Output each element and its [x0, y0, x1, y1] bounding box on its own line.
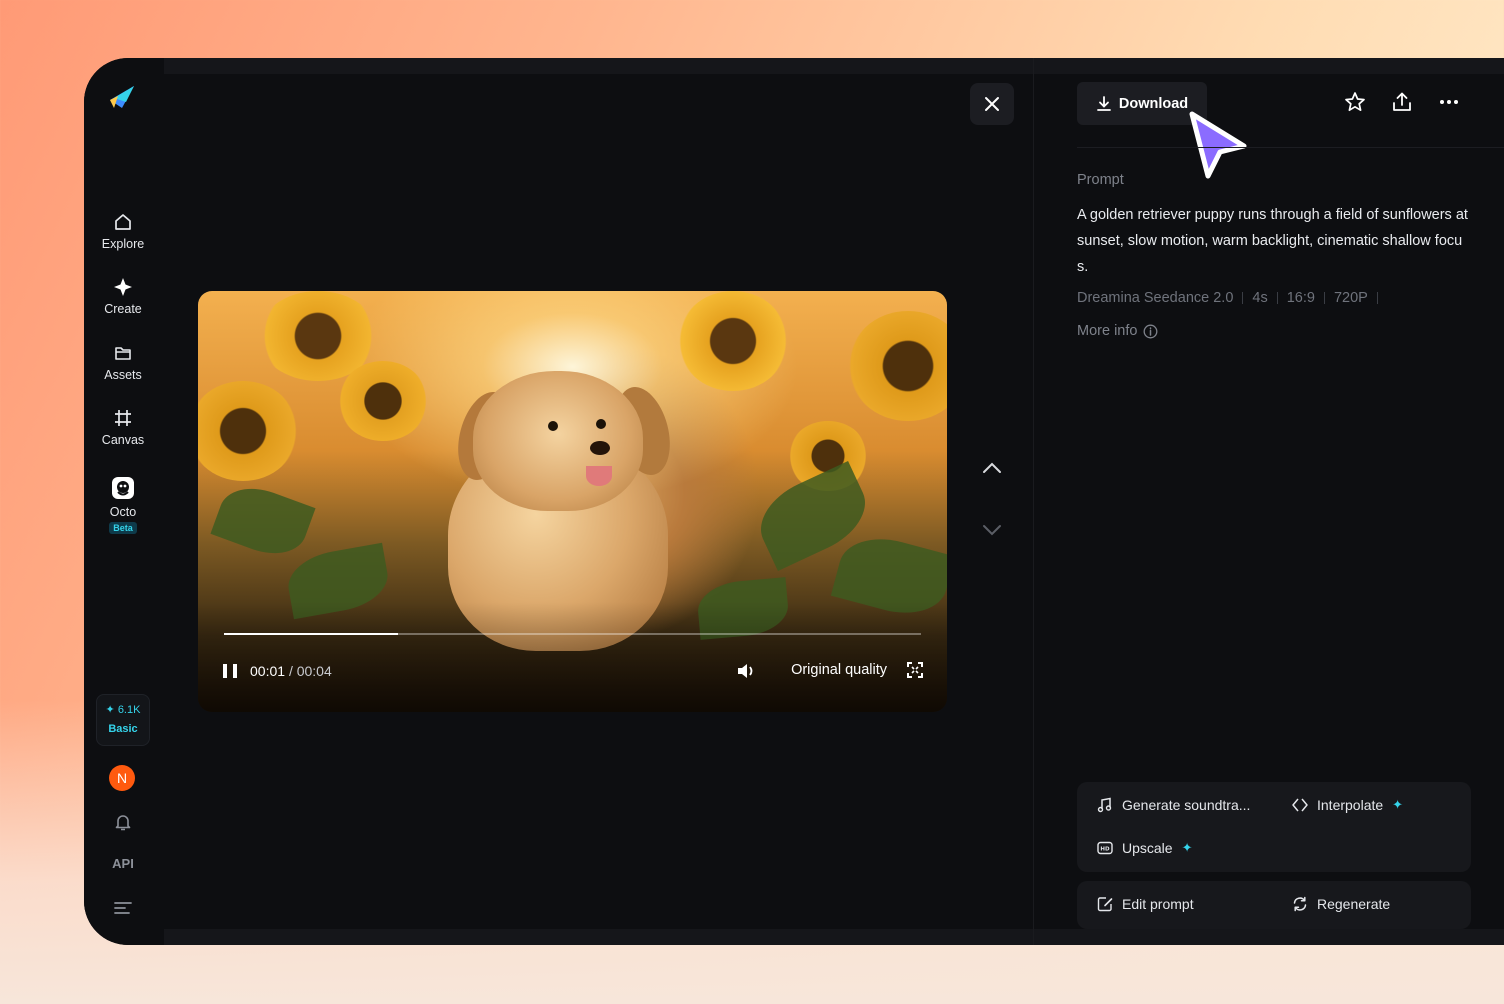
time-display: 00:01 / 00:04	[250, 663, 332, 679]
generate-soundtrack-button[interactable]: Generate soundtra...	[1097, 797, 1250, 813]
prompt-label: Prompt	[1077, 172, 1124, 188]
interpolate-label: Interpolate	[1317, 797, 1384, 813]
beta-badge: Beta	[109, 522, 137, 534]
sidebar-item-label: Create	[104, 302, 142, 316]
sidebar-item-label: Canvas	[101, 433, 145, 447]
favorite-star-icon[interactable]	[1344, 91, 1366, 113]
video-shade	[198, 602, 947, 712]
credit-sparkle-icon: ✦	[105, 704, 115, 716]
sparkle-icon: ✦	[1181, 840, 1193, 855]
puppy-eye	[548, 421, 558, 431]
sidebar-item-label: Explore	[101, 237, 145, 251]
edit-actions: Edit prompt Regenerate	[1077, 881, 1471, 929]
interpolate-button[interactable]: Interpolate ✦	[1292, 797, 1403, 813]
folder-icon	[115, 347, 131, 360]
meta-resolution: 720P	[1333, 290, 1368, 306]
sidebar-item-label: Assets	[104, 368, 142, 382]
home-icon	[115, 214, 131, 230]
refresh-icon	[1293, 896, 1307, 912]
svg-text:HD: HD	[1100, 847, 1110, 853]
edit-prompt-label: Edit prompt	[1122, 896, 1194, 912]
sidebar-item-label: Octo	[109, 505, 137, 519]
more-info-label: More info	[1077, 323, 1138, 339]
regenerate-label: Regenerate	[1317, 896, 1391, 912]
credit-amount: 6.1K	[117, 704, 141, 716]
regenerate-button[interactable]: Regenerate	[1292, 896, 1390, 912]
leaf	[210, 477, 316, 565]
puppy-nose	[590, 441, 610, 455]
panel-divider	[1077, 147, 1504, 148]
puppy-head	[473, 371, 643, 511]
mouse-cursor-icon	[1189, 111, 1247, 179]
edit-icon	[1097, 897, 1113, 912]
prompt-text: A golden retriever puppy runs through a …	[1077, 207, 1468, 275]
download-label: Download	[1118, 95, 1189, 112]
api-link[interactable]: API	[84, 856, 162, 871]
sidebar-item-octo[interactable]: Octo Beta	[84, 476, 162, 534]
more-info-link[interactable]: More info	[1077, 323, 1158, 339]
interpolate-icon	[1292, 798, 1308, 812]
sunflower	[848, 311, 947, 421]
octo-icon	[112, 477, 134, 499]
download-icon	[1096, 95, 1111, 111]
canvas-icon	[115, 410, 131, 426]
puppy-tongue	[586, 466, 612, 486]
upscale-label: Upscale	[1122, 840, 1173, 856]
generation-meta: Dreamina Seedance 2.0 4s 16:9 720P	[1077, 290, 1387, 306]
bell-icon[interactable]	[113, 812, 133, 832]
more-options-icon[interactable]	[1438, 91, 1460, 113]
edit-prompt-button[interactable]: Edit prompt	[1097, 896, 1194, 912]
player-controls: 00:01 / 00:04 Original quality	[222, 661, 923, 681]
meta-duration: 4s	[1252, 290, 1268, 306]
duration: / 00:04	[288, 663, 332, 679]
sparkle-icon: ✦	[1392, 797, 1404, 812]
credits-widget[interactable]: ✦ 6.1K Basic	[96, 694, 150, 746]
sidebar-item-assets[interactable]: Assets	[84, 343, 162, 382]
app-window: Explore Create Assets Canvas Octo Beta ✦…	[84, 58, 1504, 945]
current-time: 00:01	[250, 663, 286, 679]
dreamina-logo-icon[interactable]	[108, 82, 136, 110]
upscale-button[interactable]: HD Upscale ✦	[1097, 840, 1193, 856]
avatar[interactable]: N	[109, 765, 135, 791]
meta-model: Dreamina Seedance 2.0	[1077, 290, 1234, 306]
plan-label: Basic	[108, 723, 138, 735]
pause-icon[interactable]	[222, 663, 238, 679]
quality-selector[interactable]: Original quality	[791, 662, 887, 678]
menu-icon[interactable]	[114, 901, 132, 915]
sunflower	[338, 361, 428, 441]
sparkle-icon	[114, 278, 132, 296]
share-icon[interactable]	[1391, 91, 1413, 113]
sunflower	[678, 291, 788, 391]
music-note-icon	[1097, 797, 1112, 813]
fullscreen-icon[interactable]	[907, 662, 923, 678]
next-arrow-icon[interactable]	[982, 523, 1002, 537]
close-icon	[985, 97, 999, 111]
sidebar: Explore Create Assets Canvas Octo Beta ✦…	[84, 58, 162, 945]
volume-icon[interactable]	[737, 662, 757, 680]
hd-icon: HD	[1097, 841, 1113, 855]
info-icon	[1144, 324, 1158, 338]
meta-ratio: 16:9	[1286, 290, 1315, 306]
previous-arrow-icon[interactable]	[982, 461, 1002, 475]
video-player[interactable]: 00:01 / 00:04 Original quality	[198, 291, 947, 712]
sidebar-item-create[interactable]: Create	[84, 277, 162, 316]
puppy-eye	[596, 419, 606, 429]
sidebar-item-explore[interactable]: Explore	[84, 212, 162, 251]
tools-panel: Generate soundtra... Interpolate ✦ HD Up…	[1077, 782, 1471, 872]
sidebar-item-canvas[interactable]: Canvas	[84, 408, 162, 447]
progress-bar[interactable]	[224, 633, 921, 635]
soundtrack-label: Generate soundtra...	[1122, 797, 1251, 813]
sunflower	[198, 381, 298, 481]
progress-fill	[224, 633, 399, 635]
close-button[interactable]	[970, 83, 1014, 125]
details-panel: Download Prompt A golden retriever puppy…	[1033, 58, 1504, 945]
